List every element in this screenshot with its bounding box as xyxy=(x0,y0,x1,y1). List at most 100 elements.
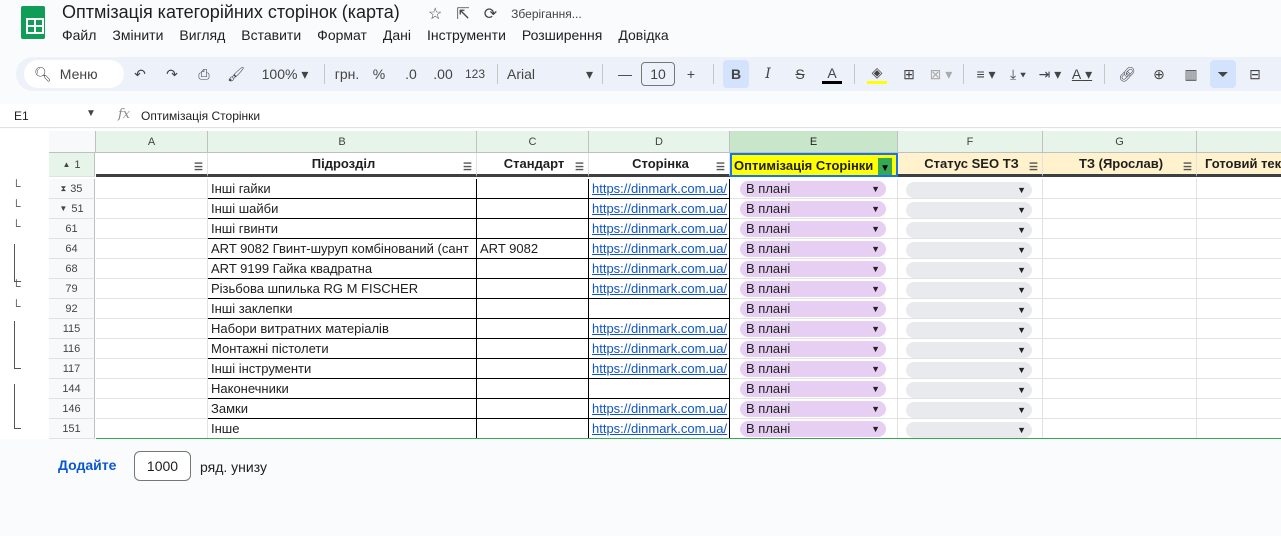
column-header-e[interactable]: E xyxy=(730,131,898,153)
formula-input[interactable]: Оптимізація Сторінки xyxy=(141,109,260,123)
row-number[interactable]: ▲ 1 xyxy=(49,153,95,177)
cell-b[interactable]: Наконечники xyxy=(208,379,477,399)
cell-e[interactable]: В плані ▼ xyxy=(730,239,898,259)
page-link[interactable]: https://dinmark.com.ua/ xyxy=(592,181,727,196)
insert-chart-icon[interactable]: ▥ xyxy=(1178,60,1204,88)
group-collapse-icon[interactable]: └ xyxy=(12,299,21,313)
cell-c[interactable] xyxy=(477,379,589,399)
menu-edit[interactable]: Змінити xyxy=(112,27,171,43)
cell-d[interactable]: https://dinmark.com.ua/ xyxy=(589,279,730,299)
page-link[interactable]: https://dinmark.com.ua/ xyxy=(592,341,727,356)
page-link[interactable]: https://dinmark.com.ua/ xyxy=(592,281,727,296)
cell-e[interactable]: В плані ▼ xyxy=(730,319,898,339)
cell-e[interactable]: В плані ▼ xyxy=(730,339,898,359)
cell-g[interactable] xyxy=(1043,399,1197,419)
status-dropdown-chip[interactable]: В плані ▼ xyxy=(740,181,886,197)
seo-status-dropdown[interactable]: ▼ xyxy=(906,182,1032,198)
active-filter-icon[interactable]: ▼ xyxy=(878,158,892,175)
cell-a[interactable] xyxy=(96,379,208,399)
cell-e[interactable]: В плані ▼ xyxy=(730,259,898,279)
filter-icon[interactable]: ☰ xyxy=(194,157,203,174)
name-box[interactable]: E1 xyxy=(14,109,29,123)
cell-e[interactable]: В плані ▼ xyxy=(730,359,898,379)
cell-d[interactable]: https://dinmark.com.ua/ xyxy=(589,199,730,219)
row-number[interactable]: 117 xyxy=(49,359,95,379)
cell-g[interactable] xyxy=(1043,279,1197,299)
row-number[interactable]: ⧗ 35 xyxy=(49,179,95,199)
column-header-f[interactable]: F xyxy=(898,131,1043,153)
cell-a[interactable] xyxy=(96,259,208,279)
cell-g[interactable] xyxy=(1043,379,1197,399)
cell-a[interactable] xyxy=(96,419,208,439)
cell-h[interactable] xyxy=(1197,379,1281,399)
cell-a[interactable] xyxy=(96,279,208,299)
vertical-align-icon[interactable]: ⤓ ▾ xyxy=(1005,60,1031,88)
cell-b[interactable]: Замки xyxy=(208,399,477,419)
row-number[interactable]: 116 xyxy=(49,339,95,359)
horizontal-align-icon[interactable]: ≡ ▾ xyxy=(973,60,999,88)
cell-e[interactable]: В плані ▼ xyxy=(730,379,898,399)
status-dropdown-chip[interactable]: В плані ▼ xyxy=(740,241,886,257)
menu-help[interactable]: Довідка xyxy=(618,27,676,43)
cell-b[interactable]: Інші гвинти xyxy=(208,219,477,239)
undo-icon[interactable]: ↶ xyxy=(127,60,153,88)
row-number[interactable]: ▼ 51 xyxy=(49,199,95,219)
cell-f[interactable]: ▼ xyxy=(898,419,1043,439)
chevron-down-icon[interactable]: ▼ xyxy=(86,108,96,119)
page-link[interactable]: https://dinmark.com.ua/ xyxy=(592,361,727,376)
row-number[interactable]: 79 xyxy=(49,279,95,299)
page-link[interactable]: https://dinmark.com.ua/ xyxy=(592,241,727,256)
cell-e[interactable]: В плані ▼ xyxy=(730,199,898,219)
cell-h[interactable] xyxy=(1197,219,1281,239)
strikethrough-button[interactable]: S xyxy=(787,60,813,88)
filter-icon[interactable]: ☰ xyxy=(463,157,472,174)
sheets-logo-icon[interactable] xyxy=(21,6,45,39)
row-group-bracket[interactable] xyxy=(14,244,21,282)
cell-h[interactable] xyxy=(1197,419,1281,439)
cell-f[interactable]: ▼ xyxy=(898,259,1043,279)
row-number[interactable]: 115 xyxy=(49,319,95,339)
insert-link-icon[interactable]: 🔗︎ xyxy=(1114,60,1140,88)
cell-e[interactable]: В плані ▼ xyxy=(730,419,898,439)
cell-b[interactable]: Монтажні пістолети xyxy=(208,339,477,359)
cell-f[interactable]: ▼ xyxy=(898,199,1043,219)
row-expand-icon[interactable]: ▲ xyxy=(62,160,70,169)
status-dropdown-chip[interactable]: В плані ▼ xyxy=(740,361,886,377)
cell-a[interactable] xyxy=(96,339,208,359)
header-cell-g[interactable]: ТЗ (Ярослав) ☰ xyxy=(1043,153,1197,177)
cell-f[interactable]: ▼ xyxy=(898,319,1043,339)
cell-h[interactable] xyxy=(1197,259,1281,279)
column-header-g[interactable]: G xyxy=(1043,131,1197,153)
borders-icon[interactable]: ⊞ xyxy=(896,60,922,88)
cell-b[interactable]: Інші заклепки xyxy=(208,299,477,319)
cell-e[interactable]: В плані ▼ xyxy=(730,299,898,319)
cell-b[interactable]: Інші інструменти xyxy=(208,359,477,379)
text-rotation-button[interactable]: A ▾ xyxy=(1069,60,1095,88)
header-cell-b[interactable]: Підрозділ ☰ xyxy=(208,153,477,177)
cell-f[interactable]: ▼ xyxy=(898,379,1043,399)
decrease-decimal-button[interactable]: .0 xyxy=(398,60,424,88)
cell-c[interactable] xyxy=(477,359,589,379)
cell-a[interactable] xyxy=(96,399,208,419)
row-number[interactable]: 151 xyxy=(49,419,95,439)
group-collapse-icon[interactable]: └ xyxy=(12,219,21,233)
column-header-b[interactable]: B xyxy=(208,131,477,153)
seo-status-dropdown[interactable]: ▼ xyxy=(906,242,1032,258)
cell-a[interactable] xyxy=(96,319,208,339)
group-collapse-icon[interactable]: └ xyxy=(12,279,21,293)
cell-a[interactable] xyxy=(96,359,208,379)
header-cell-e[interactable]: Оптимізація Сторінки ▼ xyxy=(730,153,898,177)
page-link[interactable]: https://dinmark.com.ua/ xyxy=(592,421,727,436)
cell-g[interactable] xyxy=(1043,299,1197,319)
seo-status-dropdown[interactable]: ▼ xyxy=(906,402,1032,418)
header-cell-a[interactable]: ☰ xyxy=(96,153,208,177)
seo-status-dropdown[interactable]: ▼ xyxy=(906,222,1032,238)
more-formats-button[interactable]: 123 xyxy=(462,60,488,88)
seo-status-dropdown[interactable]: ▼ xyxy=(906,302,1032,318)
add-rows-count-input[interactable]: 1000 xyxy=(134,451,191,481)
cell-f[interactable]: ▼ xyxy=(898,179,1043,199)
seo-status-dropdown[interactable]: ▼ xyxy=(906,362,1032,378)
cell-d[interactable] xyxy=(589,299,730,319)
cell-a[interactable] xyxy=(96,299,208,319)
cell-h[interactable] xyxy=(1197,339,1281,359)
